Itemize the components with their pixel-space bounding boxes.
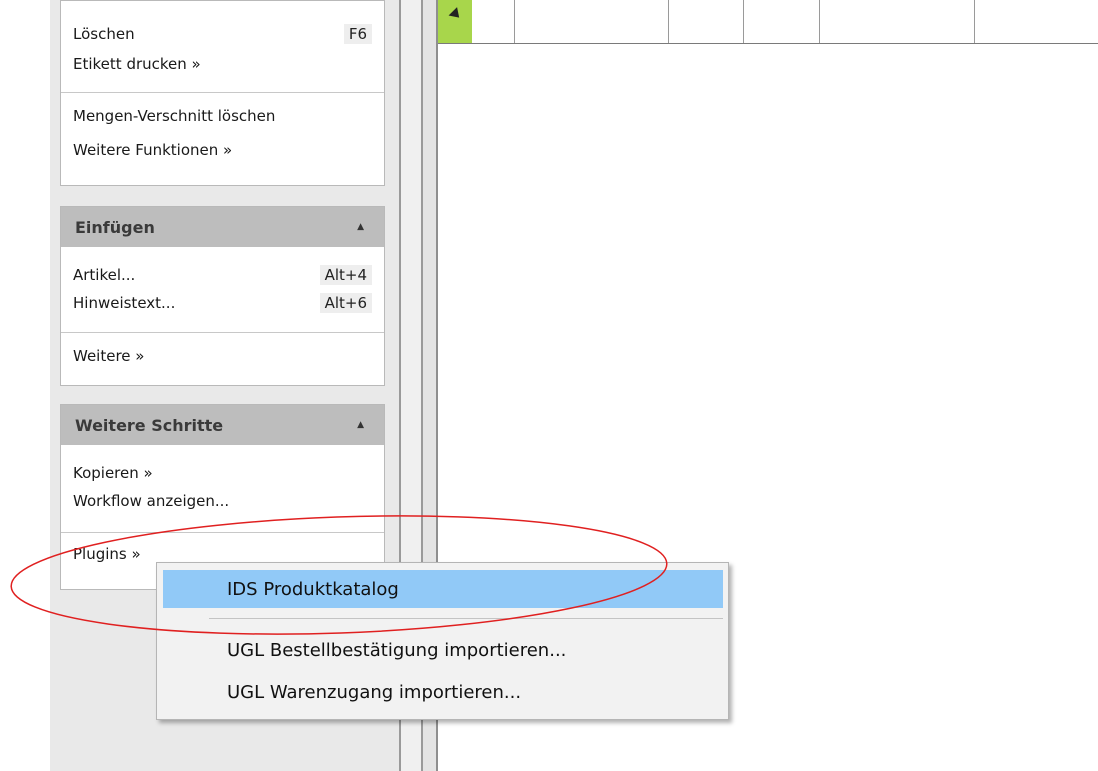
einfuegen-header[interactable]: Einfügen ▲ — [61, 207, 384, 247]
menu-item-workflow-anzeigen[interactable]: Workflow anzeigen... — [73, 487, 372, 515]
menu-item-label: Hinweistext... — [73, 294, 176, 312]
grid-header — [438, 0, 1098, 44]
menu-item-hinweistext[interactable]: Hinweistext... Alt+6 — [73, 289, 372, 317]
shortcut-label: Alt+6 — [319, 293, 372, 313]
shortcut-label: F6 — [343, 24, 372, 44]
menu-item-label: UGL Warenzugang importieren... — [227, 681, 522, 703]
menu-item-label: Löschen — [73, 25, 135, 43]
menu-separator — [209, 618, 723, 619]
corner-triangle-icon — [448, 7, 464, 22]
einfuegen-panel: Einfügen ▲ Artikel... Alt+4 Hinweistext.… — [60, 206, 385, 386]
menu-item-label: Artikel... — [73, 266, 136, 284]
menu-item-ugl-bestellbestaetigung[interactable]: UGL Bestellbestätigung importieren... — [163, 631, 723, 669]
weitere-schritte-items: Kopieren » Workflow anzeigen... — [61, 445, 384, 533]
menu-item-label: Kopieren » — [73, 464, 153, 482]
menu-item-weitere-funktionen[interactable]: Weitere Funktionen » — [73, 133, 372, 167]
einfuegen-more: Weitere » — [61, 333, 384, 371]
menu-item-label: UGL Bestellbestätigung importieren... — [227, 639, 567, 661]
menu-item-etikett-drucken[interactable]: Etikett drucken » — [73, 49, 372, 79]
grid-corner-icon[interactable] — [438, 0, 472, 43]
weitere-schritte-header[interactable]: Weitere Schritte ▲ — [61, 405, 384, 445]
chevron-up-icon[interactable]: ▲ — [357, 222, 364, 232]
column-divider[interactable] — [514, 0, 515, 43]
actions-group-2: Mengen-Verschnitt löschen Weitere Funkti… — [61, 93, 384, 167]
menu-item-ids-produktkatalog[interactable]: IDS Produktkatalog — [163, 570, 723, 608]
menu-item-artikel[interactable]: Artikel... Alt+4 — [73, 261, 372, 289]
chevron-up-icon[interactable]: ▲ — [357, 420, 364, 430]
panel-title: Weitere Schritte — [75, 415, 224, 435]
menu-item-label: Plugins » — [73, 545, 141, 563]
einfuegen-items: Artikel... Alt+4 Hinweistext... Alt+6 — [61, 247, 384, 333]
menu-item-label: Weitere Funktionen » — [73, 141, 233, 159]
menu-item-label: Weitere » — [73, 347, 145, 365]
menu-item-label: Mengen-Verschnitt löschen — [73, 107, 276, 125]
plugins-context-menu: IDS Produktkatalog UGL Bestellbestätigun… — [156, 562, 729, 720]
menu-item-kopieren[interactable]: Kopieren » — [73, 459, 372, 487]
actions-panel: Löschen F6 Etikett drucken » Mengen-Vers… — [60, 0, 385, 186]
menu-item-mengen-verschnitt-loeschen[interactable]: Mengen-Verschnitt löschen — [73, 99, 372, 133]
menu-item-label: IDS Produktkatalog — [227, 578, 399, 600]
menu-item-ugl-warenzugang[interactable]: UGL Warenzugang importieren... — [163, 673, 723, 711]
menu-item-label: Etikett drucken » — [73, 55, 201, 73]
menu-item-loeschen[interactable]: Löschen F6 — [73, 19, 372, 49]
column-divider[interactable] — [819, 0, 820, 43]
shortcut-label: Alt+4 — [319, 265, 372, 285]
column-divider[interactable] — [974, 0, 975, 43]
panel-title: Einfügen — [75, 217, 155, 237]
actions-group-1: Löschen F6 Etikett drucken » — [61, 1, 384, 93]
menu-item-label: Workflow anzeigen... — [73, 492, 230, 510]
column-divider[interactable] — [668, 0, 669, 43]
menu-item-weitere[interactable]: Weitere » — [73, 341, 372, 371]
column-divider[interactable] — [743, 0, 744, 43]
